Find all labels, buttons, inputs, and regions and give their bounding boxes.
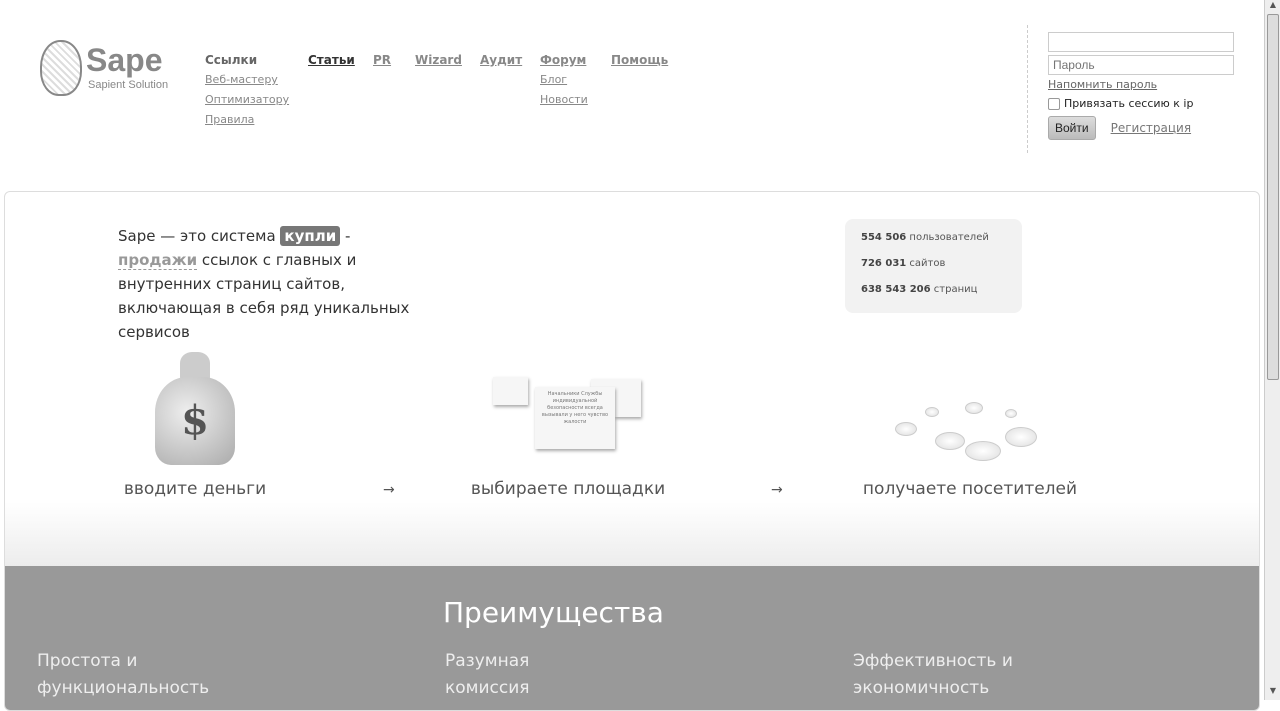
nav-pr[interactable]: PR <box>373 52 391 72</box>
logo[interactable]: Sape Sapient Solution <box>40 40 180 100</box>
nav-links-title: Ссылки <box>205 53 258 67</box>
login-input[interactable] <box>1048 32 1234 52</box>
intro-text: Sape — это система купли - продажи ссыло… <box>118 224 418 344</box>
stat-users: 554 506 пользователей <box>861 232 989 243</box>
arrow-icon: → <box>383 482 395 498</box>
notes-icon: Начальники Службы индивидуальной безопас… <box>493 377 643 467</box>
intro-prefix: Sape — это система <box>118 227 276 245</box>
nav-help[interactable]: Помощь <box>611 52 668 72</box>
nav-articles[interactable]: Статьи <box>308 52 355 72</box>
nav-rules[interactable]: Правила <box>205 112 289 132</box>
remind-password-link[interactable]: Напомнить пароль <box>1048 78 1247 91</box>
password-input[interactable] <box>1048 55 1234 75</box>
step-label: выбираете площадки <box>470 479 666 499</box>
nav-forum[interactable]: Форум <box>540 52 588 72</box>
buy-toggle[interactable]: купли <box>280 226 341 246</box>
scrollbar[interactable]: ▲ ▼ <box>1264 0 1280 700</box>
step-label: получаете посетителей <box>862 479 1078 499</box>
pills-icon <box>895 397 1045 467</box>
advantage-commission: Разумная комиссия <box>445 651 530 698</box>
nav-wizard[interactable]: Wizard <box>415 52 462 72</box>
sell-toggle[interactable]: продажи <box>118 251 198 270</box>
logo-name: Sape <box>86 42 163 78</box>
step-deposit: $ вводите деньги <box>105 352 285 499</box>
money-bag-icon: $ <box>150 352 240 467</box>
nav-blog[interactable]: Блог <box>540 72 588 92</box>
step-visitors: получаете посетителей <box>860 352 1080 499</box>
scrollbar-thumb[interactable] <box>1267 14 1279 380</box>
nav-links-group: Ссылки Веб-мастеру Оптимизатору Правила <box>205 52 289 132</box>
login-button[interactable]: Войти <box>1048 116 1096 140</box>
nav-optimizer[interactable]: Оптимизатору <box>205 92 289 112</box>
arrow-icon: → <box>771 482 783 498</box>
logo-tagline: Sapient Solution <box>88 79 169 91</box>
step-label: вводите деньги <box>123 479 267 499</box>
advantage-efficiency: Эффективность и экономичность <box>853 651 1013 698</box>
nav-webmaster[interactable]: Веб-мастеру <box>205 72 289 92</box>
nav-audit[interactable]: Аудит <box>480 52 522 72</box>
bind-session-label: Привязать сессию к ip <box>1064 97 1194 110</box>
intro-dash: - <box>345 227 351 245</box>
scroll-up-icon[interactable]: ▲ <box>1267 0 1279 14</box>
bind-session-checkbox[interactable] <box>1048 97 1060 110</box>
scroll-down-icon[interactable]: ▼ <box>1267 686 1279 700</box>
stat-pages: 638 543 206 страниц <box>861 284 978 295</box>
advantages-title: Преимущества <box>443 596 664 629</box>
advantage-simplicity: Простота и функциональность <box>37 651 210 698</box>
main-panel: Sape — это система купли - продажи ссыло… <box>4 191 1260 711</box>
advantages-section: Преимущества Простота и функциональность… <box>5 566 1259 710</box>
stats-box: 554 506 пользователей 726 031 сайтов 638… <box>845 219 1022 313</box>
stat-sites: 726 031 сайтов <box>861 258 946 269</box>
brain-logo-icon <box>40 40 82 96</box>
nav-news[interactable]: Новости <box>540 92 588 112</box>
step-choose: Начальники Службы индивидуальной безопас… <box>468 352 668 499</box>
login-form: Напомнить пароль Привязать сессию к ip В… <box>1027 25 1247 153</box>
register-link[interactable]: Регистрация <box>1111 121 1191 135</box>
